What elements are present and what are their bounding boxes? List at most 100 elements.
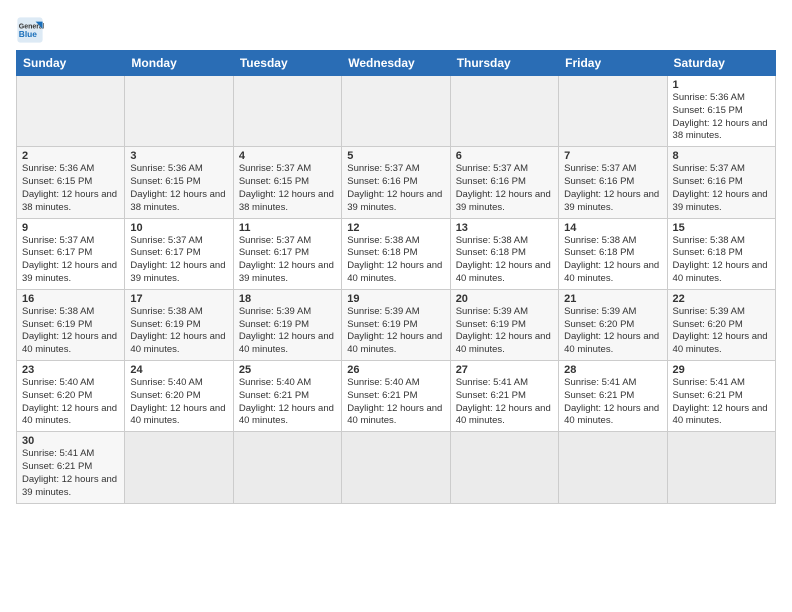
day-number: 13 — [456, 222, 553, 234]
day-number: 28 — [564, 364, 661, 376]
day-number: 4 — [239, 150, 336, 162]
calendar-cell: 29Sunrise: 5:41 AM Sunset: 6:21 PM Dayli… — [667, 361, 775, 432]
header: General Blue — [16, 16, 776, 44]
calendar-cell: 26Sunrise: 5:40 AM Sunset: 6:21 PM Dayli… — [342, 361, 450, 432]
day-number: 23 — [22, 364, 119, 376]
day-info: Sunrise: 5:36 AM Sunset: 6:15 PM Dayligh… — [130, 163, 227, 214]
day-info: Sunrise: 5:38 AM Sunset: 6:19 PM Dayligh… — [22, 306, 119, 357]
calendar-cell: 30Sunrise: 5:41 AM Sunset: 6:21 PM Dayli… — [17, 432, 125, 503]
day-number: 10 — [130, 222, 227, 234]
weekday-header-friday: Friday — [559, 51, 667, 76]
day-number: 24 — [130, 364, 227, 376]
day-number: 30 — [22, 435, 119, 447]
calendar-cell: 4Sunrise: 5:37 AM Sunset: 6:15 PM Daylig… — [233, 147, 341, 218]
day-number: 16 — [22, 293, 119, 305]
calendar-cell: 16Sunrise: 5:38 AM Sunset: 6:19 PM Dayli… — [17, 289, 125, 360]
day-number: 21 — [564, 293, 661, 305]
day-number: 6 — [456, 150, 553, 162]
calendar-week-row: 2 Sunrise: 5:36 AM Sunset: 6:15 PM Daylig… — [17, 147, 776, 218]
calendar-cell: 24Sunrise: 5:40 AM Sunset: 6:20 PM Dayli… — [125, 361, 233, 432]
calendar-cell: 20Sunrise: 5:39 AM Sunset: 6:19 PM Dayli… — [450, 289, 558, 360]
calendar-cell — [342, 76, 450, 147]
day-number: 15 — [673, 222, 770, 234]
weekday-header-tuesday: Tuesday — [233, 51, 341, 76]
day-info: Sunrise: 5:37 AM Sunset: 6:17 PM Dayligh… — [22, 235, 119, 286]
calendar-cell: 7Sunrise: 5:37 AM Sunset: 6:16 PM Daylig… — [559, 147, 667, 218]
day-info: Sunrise: 5:41 AM Sunset: 6:21 PM Dayligh… — [22, 448, 119, 499]
calendar-cell: 15Sunrise: 5:38 AM Sunset: 6:18 PM Dayli… — [667, 218, 775, 289]
day-info: Sunrise: 5:38 AM Sunset: 6:18 PM Dayligh… — [673, 235, 770, 286]
weekday-header-thursday: Thursday — [450, 51, 558, 76]
calendar: SundayMondayTuesdayWednesdayThursdayFrid… — [16, 50, 776, 504]
day-info: Sunrise: 5:41 AM Sunset: 6:21 PM Dayligh… — [564, 377, 661, 428]
day-number: 14 — [564, 222, 661, 234]
day-number: 1 — [673, 79, 770, 91]
day-number: 27 — [456, 364, 553, 376]
weekday-header-sunday: Sunday — [17, 51, 125, 76]
day-info: Sunrise: 5:40 AM Sunset: 6:21 PM Dayligh… — [239, 377, 336, 428]
day-number: 26 — [347, 364, 444, 376]
day-info: Sunrise: 5:41 AM Sunset: 6:21 PM Dayligh… — [673, 377, 770, 428]
day-info: Sunrise: 5:37 AM Sunset: 6:16 PM Dayligh… — [456, 163, 553, 214]
day-info: Sunrise: 5:40 AM Sunset: 6:20 PM Dayligh… — [22, 377, 119, 428]
calendar-cell: 9Sunrise: 5:37 AM Sunset: 6:17 PM Daylig… — [17, 218, 125, 289]
day-number: 9 — [22, 222, 119, 234]
day-info: Sunrise: 5:38 AM Sunset: 6:19 PM Dayligh… — [130, 306, 227, 357]
calendar-cell: 1Sunrise: 5:36 AM Sunset: 6:15 PM Daylig… — [667, 76, 775, 147]
calendar-cell: 8Sunrise: 5:37 AM Sunset: 6:16 PM Daylig… — [667, 147, 775, 218]
calendar-cell — [667, 432, 775, 503]
calendar-week-row: 16Sunrise: 5:38 AM Sunset: 6:19 PM Dayli… — [17, 289, 776, 360]
calendar-week-row: 30Sunrise: 5:41 AM Sunset: 6:21 PM Dayli… — [17, 432, 776, 503]
day-info: Sunrise: 5:39 AM Sunset: 6:19 PM Dayligh… — [347, 306, 444, 357]
calendar-week-row: 1Sunrise: 5:36 AM Sunset: 6:15 PM Daylig… — [17, 76, 776, 147]
calendar-cell: 18Sunrise: 5:39 AM Sunset: 6:19 PM Dayli… — [233, 289, 341, 360]
day-info: Sunrise: 5:40 AM Sunset: 6:20 PM Dayligh… — [130, 377, 227, 428]
calendar-cell: 27Sunrise: 5:41 AM Sunset: 6:21 PM Dayli… — [450, 361, 558, 432]
day-number: 2 — [22, 150, 119, 162]
calendar-cell: 21Sunrise: 5:39 AM Sunset: 6:20 PM Dayli… — [559, 289, 667, 360]
calendar-cell: 12Sunrise: 5:38 AM Sunset: 6:18 PM Dayli… — [342, 218, 450, 289]
day-number: 22 — [673, 293, 770, 305]
day-number: 20 — [456, 293, 553, 305]
day-number: 17 — [130, 293, 227, 305]
calendar-cell — [342, 432, 450, 503]
weekday-header-wednesday: Wednesday — [342, 51, 450, 76]
calendar-cell: 25Sunrise: 5:40 AM Sunset: 6:21 PM Dayli… — [233, 361, 341, 432]
calendar-week-row: 9Sunrise: 5:37 AM Sunset: 6:17 PM Daylig… — [17, 218, 776, 289]
day-number: 25 — [239, 364, 336, 376]
calendar-cell: 10Sunrise: 5:37 AM Sunset: 6:17 PM Dayli… — [125, 218, 233, 289]
day-info: Sunrise: 5:37 AM Sunset: 6:15 PM Dayligh… — [239, 163, 336, 214]
calendar-cell: 22Sunrise: 5:39 AM Sunset: 6:20 PM Dayli… — [667, 289, 775, 360]
calendar-cell — [559, 76, 667, 147]
day-info: Sunrise: 5:40 AM Sunset: 6:21 PM Dayligh… — [347, 377, 444, 428]
calendar-cell — [17, 76, 125, 147]
day-number: 19 — [347, 293, 444, 305]
calendar-cell: 6Sunrise: 5:37 AM Sunset: 6:16 PM Daylig… — [450, 147, 558, 218]
calendar-cell — [233, 76, 341, 147]
day-number: 3 — [130, 150, 227, 162]
day-info: Sunrise: 5:37 AM Sunset: 6:16 PM Dayligh… — [347, 163, 444, 214]
calendar-cell: 28Sunrise: 5:41 AM Sunset: 6:21 PM Dayli… — [559, 361, 667, 432]
day-number: 5 — [347, 150, 444, 162]
logo: General Blue — [16, 16, 48, 44]
calendar-cell: 13Sunrise: 5:38 AM Sunset: 6:18 PM Dayli… — [450, 218, 558, 289]
day-info: Sunrise: 5:39 AM Sunset: 6:19 PM Dayligh… — [456, 306, 553, 357]
day-number: 18 — [239, 293, 336, 305]
day-number: 8 — [673, 150, 770, 162]
weekday-header-monday: Monday — [125, 51, 233, 76]
day-info: Sunrise: 5:38 AM Sunset: 6:18 PM Dayligh… — [564, 235, 661, 286]
day-number: 11 — [239, 222, 336, 234]
logo-icon: General Blue — [16, 16, 44, 44]
calendar-cell — [233, 432, 341, 503]
day-info: Sunrise: 5:39 AM Sunset: 6:19 PM Dayligh… — [239, 306, 336, 357]
calendar-cell — [450, 432, 558, 503]
calendar-cell: 2Sunrise: 5:36 AM Sunset: 6:15 PM Daylig… — [17, 147, 125, 218]
day-info: Sunrise: 5:37 AM Sunset: 6:17 PM Dayligh… — [130, 235, 227, 286]
calendar-cell: 17Sunrise: 5:38 AM Sunset: 6:19 PM Dayli… — [125, 289, 233, 360]
calendar-cell — [125, 432, 233, 503]
svg-text:Blue: Blue — [19, 29, 37, 39]
weekday-header-row: SundayMondayTuesdayWednesdayThursdayFrid… — [17, 51, 776, 76]
day-number: 29 — [673, 364, 770, 376]
day-info: Sunrise: 5:38 AM Sunset: 6:18 PM Dayligh… — [456, 235, 553, 286]
calendar-cell: 3Sunrise: 5:36 AM Sunset: 6:15 PM Daylig… — [125, 147, 233, 218]
